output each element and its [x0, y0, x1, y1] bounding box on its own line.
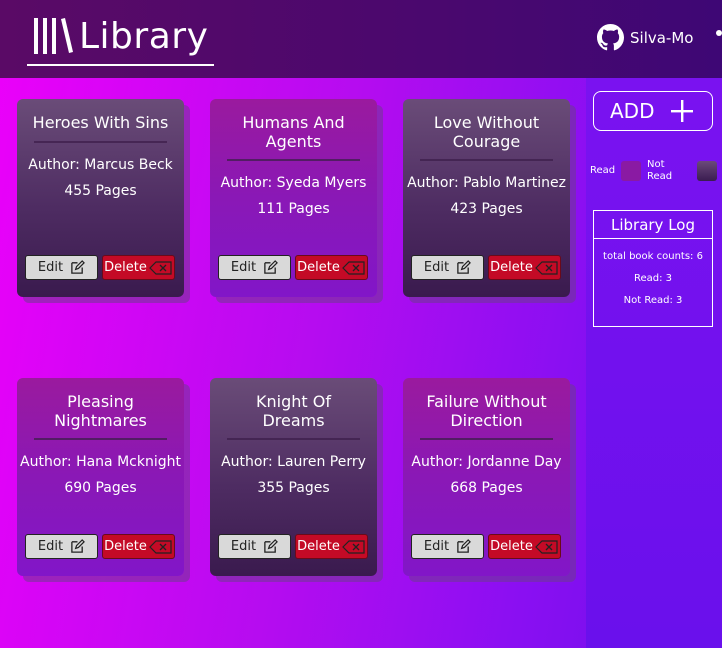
- book-card: Love Without Courage Author: Pablo Marti…: [403, 99, 570, 297]
- book-title: Knight Of Dreams: [256, 392, 331, 430]
- backspace-icon: [535, 260, 558, 275]
- log-total: total book counts: 6: [603, 251, 703, 262]
- legend-not-read-text: Not Read: [647, 159, 673, 182]
- delete-button[interactable]: Delete: [102, 255, 175, 280]
- title-divider: [34, 438, 167, 440]
- book-title: Humans And Agents: [242, 113, 345, 151]
- add-button-label: ADD: [610, 99, 655, 123]
- book-pages: 455 Pages: [64, 183, 137, 199]
- edit-icon: [71, 260, 86, 274]
- book-author: Author: Hana Mcknight: [20, 454, 181, 470]
- delete-button[interactable]: Delete: [102, 534, 175, 559]
- log-read: Read: 3: [633, 273, 673, 284]
- edit-label: Edit: [423, 260, 450, 275]
- edit-button[interactable]: Edit: [218, 255, 291, 280]
- edit-button[interactable]: Edit: [411, 534, 484, 559]
- delete-label: Delete: [297, 260, 340, 275]
- edit-button[interactable]: Edit: [25, 534, 98, 559]
- edit-icon: [457, 260, 472, 274]
- delete-button[interactable]: Delete: [295, 255, 368, 280]
- logo[interactable]: Library: [27, 8, 214, 66]
- delete-button[interactable]: Delete: [488, 255, 561, 280]
- github-link[interactable]: Silva-Mo: [597, 24, 693, 51]
- book-title: Heroes With Sins: [32, 113, 169, 132]
- log-title: Library Log: [594, 211, 712, 239]
- edit-icon: [264, 260, 279, 274]
- github-icon: [597, 24, 624, 51]
- edit-icon: [264, 539, 279, 553]
- legend-read-swatch: [621, 161, 641, 181]
- title-divider: [420, 159, 553, 161]
- delete-button[interactable]: Delete: [488, 534, 561, 559]
- book-author: Author: Pablo Martinez: [407, 175, 566, 191]
- backspace-icon: [149, 260, 172, 275]
- title-divider: [34, 141, 167, 143]
- legend-not-read-swatch: [697, 161, 717, 181]
- book-pages: 111 Pages: [257, 201, 330, 217]
- backspace-icon: [342, 539, 365, 554]
- book-pages: 355 Pages: [257, 480, 330, 496]
- plus-icon: [671, 100, 693, 122]
- delete-label: Delete: [104, 539, 147, 554]
- title-divider: [227, 159, 360, 161]
- backspace-icon: [342, 260, 365, 275]
- edit-button[interactable]: Edit: [218, 534, 291, 559]
- title-divider: [227, 438, 360, 440]
- book-pages: 690 Pages: [64, 480, 137, 496]
- backspace-icon: [149, 539, 172, 554]
- edit-icon: [71, 539, 86, 553]
- delete-label: Delete: [297, 539, 340, 554]
- book-card: Pleasing Nightmares Author: Hana Mcknigh…: [17, 378, 184, 576]
- header-edge-dot: [716, 30, 722, 36]
- add-book-button[interactable]: ADD: [593, 91, 713, 131]
- edit-label: Edit: [37, 539, 64, 554]
- logo-text: Library: [79, 15, 209, 57]
- book-author: Author: Syeda Myers: [220, 175, 367, 191]
- book-card: Knight Of Dreams Author: Lauren Perry 35…: [210, 378, 377, 576]
- book-pages: 668 Pages: [450, 480, 523, 496]
- legend-read-label: Read: [590, 165, 616, 176]
- books-icon: [34, 18, 73, 54]
- edit-label: Edit: [423, 539, 450, 554]
- delete-label: Delete: [490, 539, 533, 554]
- status-legend: Read Not Read: [590, 159, 722, 185]
- edit-label: Edit: [230, 260, 257, 275]
- edit-label: Edit: [37, 260, 64, 275]
- book-author: Author: Marcus Beck: [28, 157, 173, 173]
- header: Library Silva-Mo: [0, 0, 722, 78]
- book-title: Failure Without Direction: [426, 392, 547, 430]
- edit-button[interactable]: Edit: [411, 255, 484, 280]
- book-title: Pleasing Nightmares: [54, 392, 147, 430]
- library-log: Library Log total book counts: 6 Read: 3…: [593, 210, 713, 327]
- delete-label: Delete: [490, 260, 533, 275]
- github-username: Silva-Mo: [630, 28, 694, 47]
- book-pages: 423 Pages: [450, 201, 523, 217]
- book-author: Author: Jordanne Day: [411, 454, 562, 470]
- title-divider: [420, 438, 553, 440]
- backspace-icon: [535, 539, 558, 554]
- edit-label: Edit: [230, 539, 257, 554]
- book-card: Humans And Agents Author: Syeda Myers 11…: [210, 99, 377, 297]
- delete-label: Delete: [104, 260, 147, 275]
- book-title: Love Without Courage: [433, 113, 540, 151]
- log-not-read: Not Read: 3: [623, 295, 683, 306]
- book-author: Author: Lauren Perry: [221, 454, 366, 470]
- edit-icon: [457, 539, 472, 553]
- book-card: Heroes With Sins Author: Marcus Beck 455…: [17, 99, 184, 297]
- delete-button[interactable]: Delete: [295, 534, 368, 559]
- book-card: Failure Without Direction Author: Jordan…: [403, 378, 570, 576]
- legend-not-read-label: Not Read: [647, 159, 687, 183]
- edit-button[interactable]: Edit: [25, 255, 98, 280]
